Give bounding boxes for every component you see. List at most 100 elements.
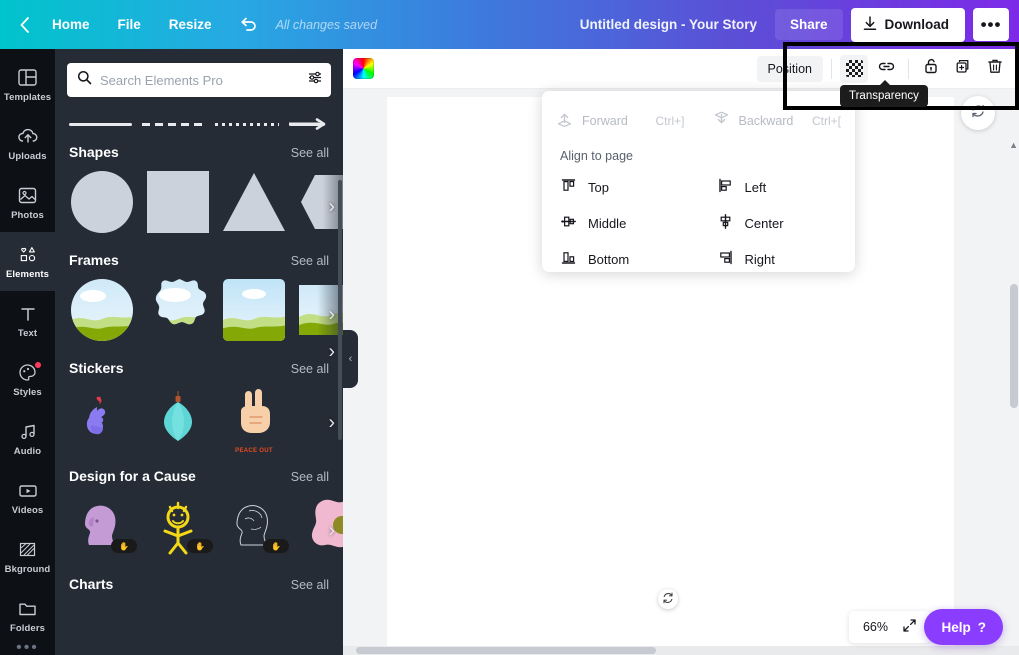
search-icon xyxy=(77,70,92,90)
align-center-option[interactable]: Center xyxy=(699,205,856,241)
top-header-bar: Home File Resize All changes saved Untit… xyxy=(0,0,1019,49)
sidebar-item-videos[interactable]: Videos xyxy=(0,468,55,527)
rotate-handle[interactable] xyxy=(658,589,678,609)
templates-icon xyxy=(17,67,38,89)
sticker-lantern[interactable] xyxy=(145,385,211,451)
frame-scallop[interactable] xyxy=(145,277,211,343)
cause-stick-figure[interactable]: ✋ xyxy=(145,493,213,559)
line-style-dashed[interactable] xyxy=(142,123,206,126)
shapes-next-chevron-icon[interactable]: › xyxy=(329,198,335,217)
sidebar-label-audio: Audio xyxy=(13,445,42,457)
search-input[interactable] xyxy=(100,72,299,88)
link-button[interactable] xyxy=(872,55,900,83)
menu-home[interactable]: Home xyxy=(38,10,104,39)
see-all-stickers[interactable]: See all xyxy=(291,362,329,376)
horizontal-scrollbar-thumb[interactable] xyxy=(356,647,656,654)
sidebar-item-audio[interactable]: Audio xyxy=(0,409,55,468)
align-center-icon xyxy=(717,213,734,233)
video-icon xyxy=(17,480,39,502)
align-top-option[interactable]: Top xyxy=(542,169,699,205)
cause-next-chevron-icon[interactable]: › xyxy=(329,522,335,541)
align-top-icon xyxy=(560,177,577,197)
undo-icon[interactable] xyxy=(232,10,266,40)
sidebar-item-elements[interactable]: Elements xyxy=(0,232,55,291)
sidebar-item-templates[interactable]: Templates xyxy=(0,55,55,114)
frame-rounded-square[interactable] xyxy=(221,277,287,343)
position-button[interactable]: Position xyxy=(756,55,823,82)
align-middle-label: Middle xyxy=(588,215,627,231)
sidebar-item-folders[interactable]: Folders xyxy=(0,586,55,645)
sidebar-item-text[interactable]: Text xyxy=(0,291,55,350)
sidebar-item-background[interactable]: Bkground xyxy=(0,527,55,586)
menu-label-forward: Forward xyxy=(582,114,628,128)
frames-next-chevron-icon[interactable]: › xyxy=(329,306,335,325)
filter-sliders-icon[interactable] xyxy=(307,70,323,90)
see-all-shapes[interactable]: See all xyxy=(291,146,329,160)
align-right-icon xyxy=(717,249,734,269)
expand-arrows-icon[interactable] xyxy=(902,618,917,636)
align-left-option[interactable]: Left xyxy=(699,169,856,205)
download-button[interactable]: Download xyxy=(850,7,965,42)
panel-collapse-handle[interactable]: ‹ xyxy=(343,330,358,388)
menu-file[interactable]: File xyxy=(104,10,155,39)
duplicate-button[interactable] xyxy=(949,55,977,83)
help-button[interactable]: Help ? xyxy=(924,609,1003,645)
transparency-button[interactable] xyxy=(840,54,868,83)
reset-view-icon xyxy=(970,103,986,123)
position-order-row: Forward Ctrl+] Backward Ctrl+[ xyxy=(542,101,855,141)
cause-purple-bust[interactable]: ✋ xyxy=(69,493,137,559)
cause-pink-blob[interactable] xyxy=(297,493,343,559)
canva-editor-app: Home File Resize All changes saved Untit… xyxy=(0,0,1019,655)
stickers-next-chevron-icon[interactable]: › xyxy=(329,414,335,433)
delete-button[interactable] xyxy=(981,55,1009,83)
search-box[interactable] xyxy=(67,63,331,97)
audio-note-icon xyxy=(18,421,38,443)
download-icon xyxy=(863,15,877,34)
link-icon xyxy=(877,58,896,79)
align-right-option[interactable]: Right xyxy=(699,241,856,277)
line-style-solid[interactable] xyxy=(69,123,133,126)
line-style-arrow[interactable] xyxy=(288,118,325,130)
section-title-frames: Frames xyxy=(69,252,119,268)
reset-view-button[interactable] xyxy=(961,96,995,130)
align-middle-option[interactable]: Middle xyxy=(542,205,699,241)
share-button[interactable]: Share xyxy=(774,9,843,40)
sidebar-item-photos[interactable]: Photos xyxy=(0,173,55,232)
sticker-peace-out[interactable]: PEACE OUT xyxy=(221,385,287,454)
toolbar-separator-2 xyxy=(908,58,909,79)
sidebar-label-templates: Templates xyxy=(3,91,52,103)
frame-fade[interactable] xyxy=(297,277,343,343)
see-all-charts[interactable]: See all xyxy=(291,578,329,592)
design-title[interactable]: Untitled design - Your Story xyxy=(580,17,757,32)
frames-row: › xyxy=(55,276,343,354)
sidebar-item-uploads[interactable]: Uploads xyxy=(0,114,55,173)
color-picker-swatch[interactable] xyxy=(353,58,374,79)
vertical-scrollbar-thumb[interactable] xyxy=(1010,284,1018,408)
menu-item-forward[interactable]: Forward Ctrl+] xyxy=(542,105,699,137)
sidebar-item-styles[interactable]: Styles xyxy=(0,350,55,409)
folder-icon xyxy=(17,598,38,620)
lock-button[interactable] xyxy=(917,55,945,83)
line-style-dotted[interactable] xyxy=(215,123,279,126)
shape-triangle[interactable] xyxy=(221,169,287,235)
back-chevron-icon[interactable] xyxy=(10,11,38,39)
styles-new-badge xyxy=(35,362,41,368)
shape-hexagon[interactable] xyxy=(297,169,343,235)
sticker-finger-heart[interactable] xyxy=(69,385,135,451)
menu-resize[interactable]: Resize xyxy=(155,10,226,39)
shape-circle[interactable] xyxy=(69,169,135,235)
trash-icon xyxy=(987,57,1003,80)
cause-sketch-bust[interactable]: ✋ xyxy=(221,493,289,559)
see-all-cause[interactable]: See all xyxy=(291,470,329,484)
rail-more-button[interactable]: ••• xyxy=(16,640,39,655)
see-all-frames[interactable]: See all xyxy=(291,254,329,268)
more-options-button[interactable]: ••• xyxy=(973,8,1009,41)
header-right-group: Untitled design - Your Story Share Downl… xyxy=(580,7,1019,42)
frame-circle[interactable] xyxy=(69,277,135,343)
menu-item-backward[interactable]: Backward Ctrl+[ xyxy=(699,105,856,137)
align-bottom-option[interactable]: Bottom xyxy=(542,241,699,277)
zoom-level-value[interactable]: 66% xyxy=(863,620,888,634)
panel-scrollbar-thumb[interactable] xyxy=(338,180,342,440)
scroll-up-arrow-icon[interactable]: ▲ xyxy=(1009,140,1018,150)
shape-square[interactable] xyxy=(145,169,211,235)
